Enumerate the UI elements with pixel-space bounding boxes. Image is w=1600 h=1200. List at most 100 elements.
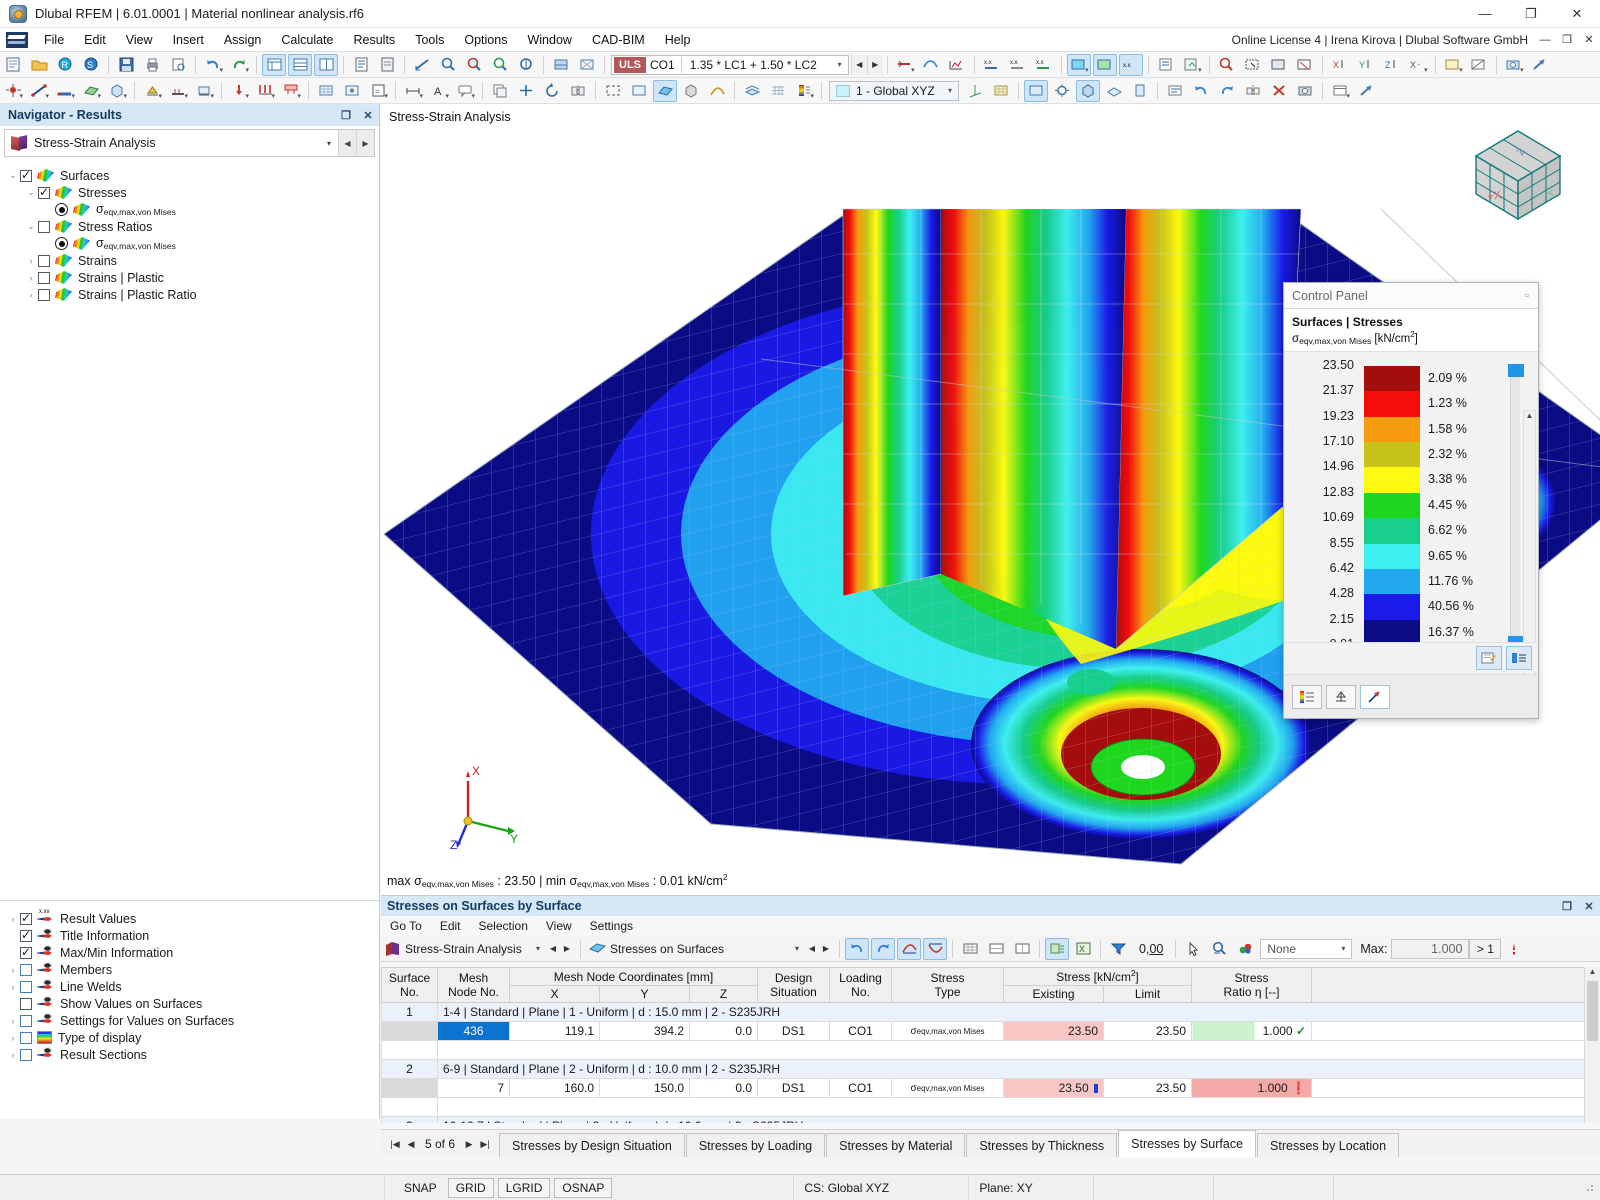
chevron-down-icon[interactable]: ▾	[1335, 944, 1351, 953]
cell-mesh-node-no[interactable]: 7	[438, 1079, 510, 1098]
checkbox[interactable]	[20, 1015, 32, 1027]
table-row[interactable]: 436 119.1 394.2 0.0 DS1 CO1 σeqv,max,von…	[382, 1022, 1600, 1041]
color-legend-icon[interactable]: ▾	[792, 80, 816, 102]
view-top-icon[interactable]	[1102, 80, 1126, 102]
navigator-undock-button[interactable]: ❐	[335, 109, 357, 122]
next-result-button[interactable]: ▶	[819, 944, 833, 953]
mdi-close-button[interactable]: ✕	[1578, 30, 1600, 50]
result-values-xxx-icon[interactable]: x.x	[980, 54, 1004, 76]
previous-analysis-button[interactable]: ◀	[546, 944, 560, 953]
menu-insert[interactable]: Insert	[163, 31, 214, 49]
mesh-settings-icon[interactable]	[340, 80, 364, 102]
surface-results-display-icon[interactable]	[653, 80, 677, 102]
twisty-icon[interactable]: ›	[24, 290, 38, 300]
sort-y-icon[interactable]: Y	[1354, 54, 1378, 76]
results-data-grid[interactable]: SurfaceNo. MeshNode No. Mesh Node Coordi…	[381, 967, 1600, 1123]
table-find-icon[interactable]	[1207, 938, 1231, 960]
checkbox[interactable]	[38, 289, 50, 301]
table-menu-selection[interactable]: Selection	[470, 918, 537, 934]
cell-stress-type[interactable]: σeqv,max,von Mises	[892, 1022, 1004, 1041]
clipping-plane-icon[interactable]	[1467, 54, 1491, 76]
model-view-icon[interactable]	[262, 54, 286, 76]
new-model-icon[interactable]	[1, 54, 25, 76]
legend-color-swatch[interactable]	[1364, 493, 1420, 518]
view-settings-icon[interactable]	[1050, 80, 1074, 102]
chevron-down-icon[interactable]: ▾	[445, 92, 449, 100]
scroll-up-icon[interactable]: ▲	[1585, 967, 1600, 981]
pan-icon[interactable]	[488, 54, 512, 76]
view-cube-icon[interactable]: +X -Y Z	[1458, 116, 1578, 231]
tree-item-stresses-sigma-eqv[interactable]: σeqv,max,von Mises	[0, 201, 379, 218]
chevron-down-icon[interactable]: ▾	[97, 92, 101, 100]
legend-color-swatch[interactable]	[1364, 518, 1420, 543]
render-mode-icon[interactable]	[549, 54, 573, 76]
checkbox[interactable]	[20, 913, 32, 925]
cell-x[interactable]: 119.1	[510, 1022, 600, 1041]
chevron-down-icon[interactable]: ▾	[1346, 92, 1350, 100]
control-panel-pin-icon[interactable]: ▫	[1516, 290, 1538, 302]
cell-y[interactable]: 150.0	[600, 1079, 690, 1098]
table-result-selector[interactable]: Stresses on Surfaces ▾ ◀ ▶	[585, 938, 835, 960]
legend-color-swatch[interactable]	[1364, 366, 1420, 391]
tab-stresses-by-thickness[interactable]: Stresses by Thickness	[966, 1133, 1117, 1157]
twisty-icon[interactable]: ›	[6, 1016, 20, 1026]
table-menu-goto[interactable]: Go To	[381, 918, 431, 934]
twisty-icon[interactable]: ›	[6, 965, 20, 975]
osnap-toggle[interactable]: OSNAP	[554, 1178, 612, 1198]
chevron-down-icon[interactable]: ▾	[184, 92, 188, 100]
cell-mesh-node-no[interactable]: 436	[438, 1022, 510, 1041]
chevron-down-icon[interactable]: ▾	[1520, 66, 1524, 74]
tree-item-maxmin-information[interactable]: Max/Min Information	[0, 944, 379, 961]
chevron-down-icon[interactable]: ▾	[71, 92, 75, 100]
comment-icon[interactable]: ▾	[453, 80, 477, 102]
checkbox[interactable]	[38, 255, 50, 267]
document-icon[interactable]	[375, 54, 399, 76]
radio-button[interactable]	[55, 203, 68, 216]
tab-stresses-by-material[interactable]: Stresses by Material	[826, 1133, 965, 1157]
table-menu-settings[interactable]: Settings	[581, 918, 642, 934]
last-page-button[interactable]: ▶|	[477, 1139, 493, 1150]
menu-calculate[interactable]: Calculate	[271, 31, 343, 49]
cell-loading-no[interactable]: CO1	[830, 1022, 892, 1041]
tree-item-stress-ratios-sigma-eqv[interactable]: σeqv,max,von Mises	[0, 235, 379, 252]
tree-item-settings-for-values[interactable]: › Settings for Values on Surfaces	[0, 1012, 379, 1029]
chevron-down-icon[interactable]: ▾	[832, 60, 848, 69]
cs-origin-icon[interactable]	[963, 80, 987, 102]
chevron-down-icon[interactable]: ▾	[471, 92, 475, 100]
sort-z-icon[interactable]: Z	[1380, 54, 1404, 76]
menu-view[interactable]: View	[116, 31, 163, 49]
tree-item-strains[interactable]: › Strains	[0, 252, 379, 269]
deselect-icon[interactable]	[1293, 54, 1317, 76]
legend-color-swatch[interactable]	[1364, 391, 1420, 416]
legend-color-swatch[interactable]	[1364, 442, 1420, 467]
new-window-icon[interactable]: ▾	[1328, 80, 1352, 102]
visibility-icon[interactable]: ▾	[1441, 54, 1465, 76]
table-grid-view-icon[interactable]	[958, 938, 982, 960]
checkbox[interactable]	[20, 170, 32, 182]
rectangle-select-icon[interactable]	[601, 80, 625, 102]
view-front-icon[interactable]	[1024, 80, 1048, 102]
chevron-down-icon[interactable]: ▾	[384, 92, 388, 100]
cell-spare[interactable]	[1312, 1079, 1600, 1098]
tree-item-result-sections[interactable]: › Result Sections	[0, 1046, 379, 1063]
delete-view-icon[interactable]	[1267, 80, 1291, 102]
chevron-down-icon[interactable]: ▾	[911, 66, 915, 74]
scrollbar-thumb[interactable]	[1587, 981, 1598, 1041]
twisty-icon[interactable]: ⌄	[24, 187, 38, 198]
mirror-object-icon[interactable]	[566, 80, 590, 102]
tree-item-title-information[interactable]: Title Information	[0, 927, 379, 944]
menu-edit[interactable]: Edit	[74, 31, 116, 49]
rotate-view-icon[interactable]	[514, 54, 538, 76]
menu-options[interactable]: Options	[454, 31, 517, 49]
radio-button[interactable]	[55, 237, 68, 250]
split-view-icon[interactable]	[314, 54, 338, 76]
previous-result-button[interactable]: ◀	[805, 944, 819, 953]
tree-item-show-values-on-surfaces[interactable]: Show Values on Surfaces	[0, 995, 379, 1012]
legend-color-swatch[interactable]	[1364, 544, 1420, 569]
result-diagram-icon[interactable]	[945, 54, 969, 76]
wireframe-icon[interactable]	[575, 54, 599, 76]
minimize-button[interactable]: —	[1462, 0, 1508, 28]
menu-window[interactable]: Window	[517, 31, 581, 49]
select-all-icon[interactable]	[1267, 54, 1291, 76]
redo-icon[interactable]: ▾	[227, 54, 251, 76]
